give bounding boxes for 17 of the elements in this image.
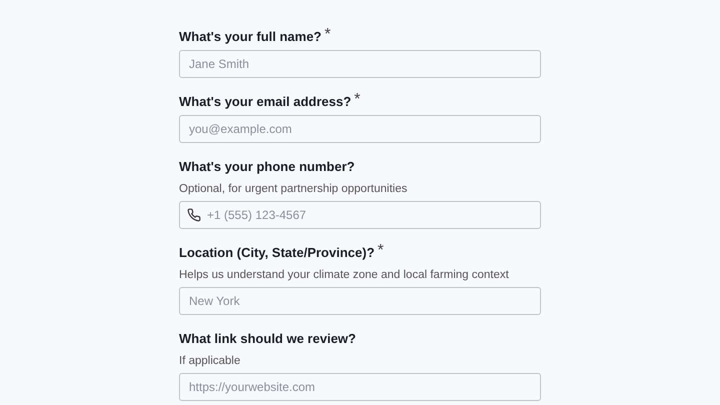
field-label: Location (City, State/Province)? — [179, 244, 375, 262]
input-field[interactable]: Jane Smith — [179, 50, 541, 78]
field-hint: Optional, for urgent partnership opportunities — [179, 182, 408, 197]
field-label: What's your full name? — [179, 28, 322, 46]
field-hint: If applicable — [179, 354, 242, 369]
phone-field[interactable]: +1 (555) 123-4567 — [179, 201, 541, 229]
input-field[interactable]: you@example.com — [179, 115, 541, 143]
field-label: What link should we review? — [179, 330, 356, 348]
input-field[interactable]: New York — [179, 287, 541, 315]
required-mark: * — [324, 28, 331, 42]
field-label: What's your email address? — [179, 93, 352, 111]
input-field[interactable]: https://yourwebsite.com — [179, 373, 541, 401]
required-mark: * — [354, 93, 360, 107]
required-mark: * — [378, 244, 384, 258]
field-label: What's your phone number? — [179, 158, 355, 176]
field-hint: Helps us understand your climate zone and local farming context — [179, 268, 510, 283]
phone-icon — [187, 208, 201, 222]
